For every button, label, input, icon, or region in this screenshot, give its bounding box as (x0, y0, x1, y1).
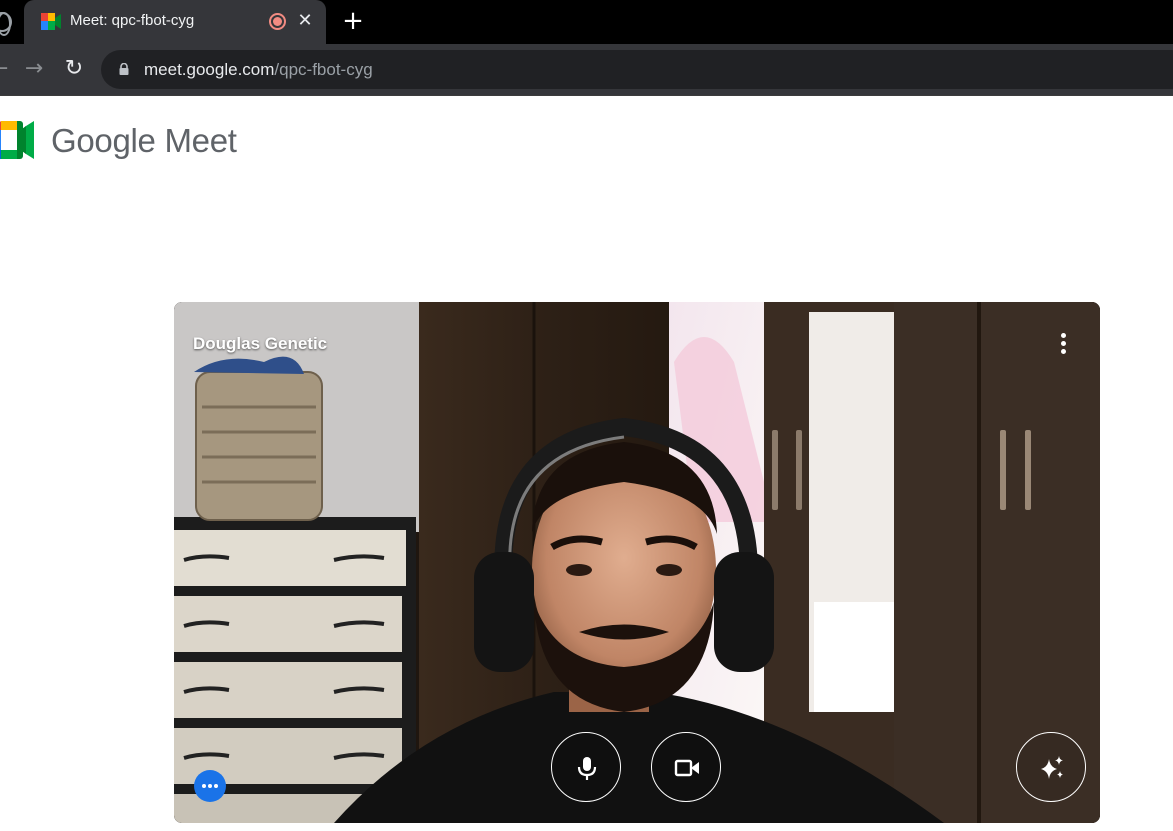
video-camera-icon (674, 759, 699, 777)
browser-tab-active[interactable]: Meet: qpc-fbot-cyg ✕ (24, 0, 326, 44)
url-host: meet.google.com (144, 60, 275, 79)
address-bar[interactable]: meet.google.com/qpc-fbot-cyg (101, 50, 1173, 89)
more-horizontal-button[interactable] (194, 770, 226, 802)
more-horizontal-icon (202, 784, 206, 788)
browser-toolbar: ← → ↻ meet.google.com/qpc-fbot-cyg (0, 44, 1173, 96)
browser-tab-strip: Meet: qpc-fbot-cyg ✕ + (0, 0, 1173, 44)
self-view-video-preview: Douglas Genetic (174, 302, 1100, 823)
more-horizontal-icon-dot (208, 784, 212, 788)
microphone-toggle-button[interactable] (551, 732, 621, 802)
camera-toggle-button[interactable] (651, 732, 721, 802)
sparkle-effects-icon (1041, 756, 1063, 779)
more-vertical-icon (1061, 333, 1066, 338)
more-vertical-icon-dot (1061, 341, 1066, 346)
more-options-button[interactable] (1050, 330, 1078, 358)
back-button[interactable]: ← (0, 56, 12, 82)
forward-button[interactable]: → (22, 56, 46, 82)
url-text[interactable]: meet.google.com/qpc-fbot-cyg (144, 60, 373, 80)
new-tab-button[interactable]: + (338, 6, 368, 36)
google-meet-wordmark[interactable]: Google Meet (51, 122, 237, 160)
url-path: /qpc-fbot-cyg (274, 60, 373, 79)
camera-feed-image (174, 302, 1100, 823)
more-horizontal-icon-dot (214, 784, 218, 788)
lock-icon[interactable] (118, 63, 130, 75)
microphone-icon (577, 757, 597, 780)
google-meet-logo-icon[interactable] (0, 121, 36, 159)
recording-indicator-icon (269, 13, 286, 30)
tab-title: Meet: qpc-fbot-cyg (70, 12, 195, 29)
globe-icon[interactable] (0, 12, 12, 36)
reload-button[interactable]: ↻ (62, 56, 86, 82)
tab-close-button[interactable]: ✕ (294, 10, 316, 32)
google-meet-icon (41, 13, 61, 30)
participant-name: Douglas Genetic (193, 334, 328, 353)
visual-effects-button[interactable] (1016, 732, 1086, 802)
more-vertical-icon-dot (1061, 349, 1066, 354)
